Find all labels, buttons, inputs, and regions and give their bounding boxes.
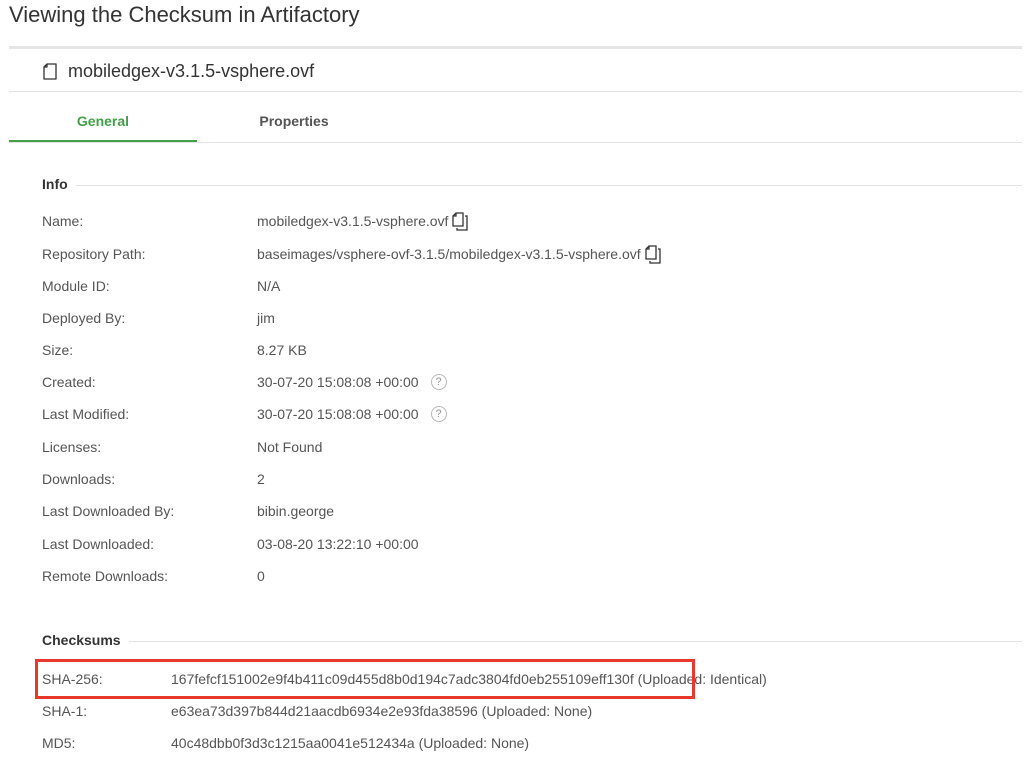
info-value: 8.27 KB [257, 342, 307, 358]
tabs-divider [9, 142, 1022, 143]
info-label: Last Modified: [42, 406, 130, 422]
info-row-created: Created: 30-07-20 15:08:08 +00:00 ? [42, 370, 1002, 394]
info-label: Last Downloaded: [42, 536, 155, 552]
checksum-row-sha1: SHA-1: e63ea73d397b844d21aacdb6934e2e93f… [42, 699, 1002, 723]
info-value-text: baseimages/vsphere-ovf-3.1.5/mobiledgex-… [257, 246, 641, 262]
info-label: Licenses: [42, 439, 102, 455]
header-divider [9, 91, 1022, 92]
info-label: Remote Downloads: [42, 568, 169, 584]
info-row-last-downloaded: Last Downloaded: 03-08-20 13:22:10 +00:0… [42, 532, 1002, 556]
info-value-text: 30-07-20 15:08:08 +00:00 [257, 374, 419, 390]
info-label: Last Downloaded By: [42, 503, 175, 519]
checksum-row-md5: MD5: 40c48dbb0f3d3c1215aa0041e512434a (U… [42, 731, 1002, 755]
top-divider [9, 46, 1022, 49]
info-row-last-downloaded-by: Last Downloaded By: bibin.george [42, 499, 1002, 523]
info-label: Size: [42, 342, 74, 358]
info-label: Name: [42, 213, 84, 229]
info-title-rule [75, 184, 1022, 186]
info-label: Module ID: [42, 278, 110, 294]
checksums-section-title: Checksums [42, 632, 1022, 648]
file-icon [42, 63, 58, 80]
info-label: Created: [42, 374, 96, 390]
page-heading: Viewing the Checksum in Artifactory [9, 2, 360, 27]
info-row-last-modified: Last Modified: 30-07-20 15:08:08 +00:00 … [42, 402, 1002, 426]
info-value: 2 [257, 471, 265, 487]
info-row-licenses: Licenses: Not Found [42, 435, 1002, 459]
help-icon[interactable]: ? [430, 406, 447, 422]
checksums-title-rule [128, 640, 1022, 642]
info-value: 0 [257, 568, 265, 584]
tab-general[interactable]: General [9, 106, 197, 143]
tab-bar: General Properties [9, 106, 1022, 143]
info-value: 30-07-20 15:08:08 +00:00 ? [257, 374, 447, 390]
info-value: jim [257, 310, 275, 326]
info-value: N/A [257, 278, 281, 294]
info-row-remote-downloads: Remote Downloads: 0 [42, 564, 1002, 588]
checksum-label: MD5: [42, 735, 76, 751]
copy-icon[interactable] [451, 211, 469, 231]
info-label: Repository Path: [42, 246, 146, 262]
tab-properties[interactable]: Properties [209, 106, 379, 143]
info-value: 30-07-20 15:08:08 +00:00 ? [257, 406, 447, 422]
info-value: baseimages/vsphere-ovf-3.1.5/mobiledgex-… [257, 244, 662, 264]
info-value-text: mobiledgex-v3.1.5-vsphere.ovf [257, 213, 449, 229]
info-label: Deployed By: [42, 310, 126, 326]
info-row-size: Size: 8.27 KB [42, 338, 1002, 362]
checksum-label: SHA-1: [42, 703, 88, 719]
info-row-name: Name: mobiledgex-v3.1.5-vsphere.ovf [42, 209, 1002, 233]
info-value: bibin.george [257, 503, 335, 519]
help-icon[interactable]: ? [430, 374, 447, 390]
info-title: Info [42, 176, 76, 192]
info-row-module-id: Module ID: N/A [42, 274, 1002, 298]
info-value: 03-08-20 13:22:10 +00:00 [257, 536, 419, 552]
info-label: Downloads: [42, 471, 116, 487]
sha256-highlight-box [35, 659, 695, 699]
info-value: mobiledgex-v3.1.5-vsphere.ovf [257, 211, 469, 231]
checksum-value: 40c48dbb0f3d3c1215aa0041e512434a (Upload… [171, 735, 530, 751]
info-row-downloads: Downloads: 2 [42, 467, 1002, 491]
file-name: mobiledgex-v3.1.5-vsphere.ovf [68, 61, 315, 81]
info-section-title: Info [42, 176, 1022, 192]
info-value: Not Found [257, 439, 323, 455]
checksums-title: Checksums [42, 632, 129, 648]
copy-icon[interactable] [644, 244, 662, 264]
info-row-deployed-by: Deployed By: jim [42, 306, 1002, 330]
info-value-text: 30-07-20 15:08:08 +00:00 [257, 406, 419, 422]
checksum-value: e63ea73d397b844d21aacdb6934e2e93fda38596… [171, 703, 593, 719]
file-header: mobiledgex-v3.1.5-vsphere.ovf [42, 61, 314, 82]
info-row-repository-path: Repository Path: baseimages/vsphere-ovf-… [42, 242, 1002, 266]
